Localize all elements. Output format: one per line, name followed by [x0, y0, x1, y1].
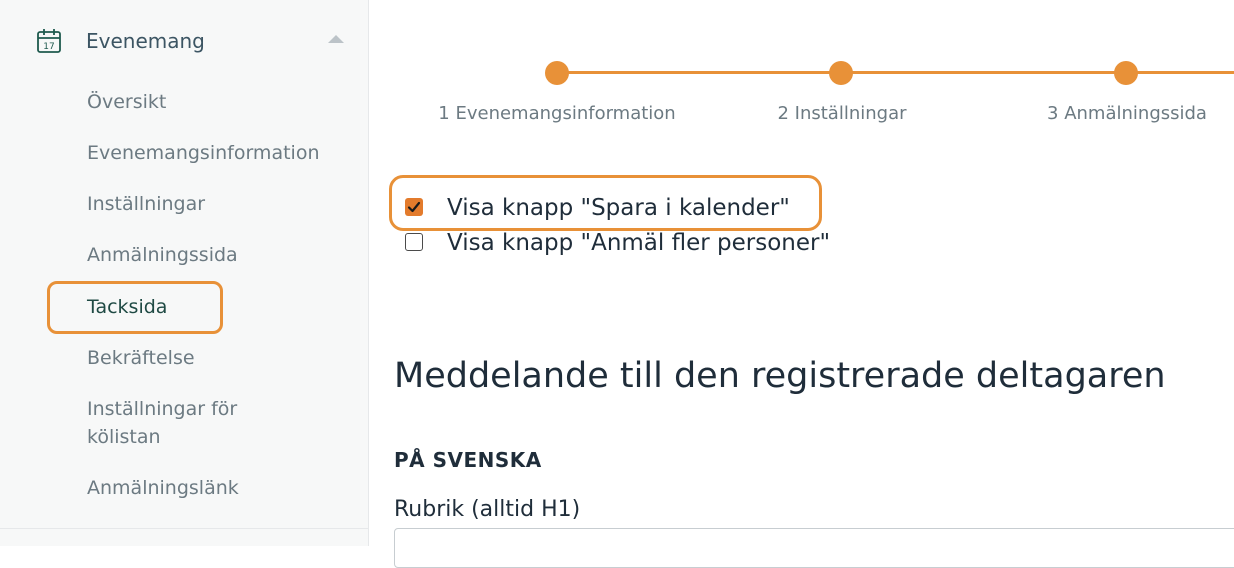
step-label-3[interactable]: 3 Anmälningssida — [1047, 103, 1207, 124]
step-dot-3[interactable] — [1114, 61, 1138, 85]
sidebar-item-bekraftelse[interactable]: Bekräftelse — [87, 344, 337, 372]
caret-up-icon[interactable] — [328, 35, 344, 43]
sidebar-section-title: Evenemang — [86, 29, 205, 53]
svg-text:17: 17 — [43, 42, 54, 52]
step-label-1[interactable]: 1 Evenemangsinformation — [438, 103, 675, 124]
sidebar-section-header[interactable]: 17 Evenemang — [0, 0, 368, 80]
language-label: PÅ SVENSKA — [394, 448, 542, 472]
divider — [0, 528, 368, 529]
option-label-register-more-people: Visa knapp "Anmäl fler personer" — [447, 230, 831, 256]
sidebar-item-anmalningssida[interactable]: Anmälningssida — [87, 241, 337, 269]
sidebar: 17 Evenemang Översikt Evenemangsinformat… — [0, 0, 369, 546]
checkbox-register-more-people[interactable] — [405, 233, 423, 251]
sidebar-item-evenemangsinformation[interactable]: Evenemangsinformation — [87, 139, 337, 167]
headline-input[interactable] — [394, 528, 1234, 568]
sidebar-item-oversikt[interactable]: Översikt — [87, 88, 337, 116]
calendar-icon: 17 — [37, 29, 61, 53]
step-label-2[interactable]: 2 Inställningar — [777, 103, 906, 124]
headline-field-label: Rubrik (alltid H1) — [394, 497, 581, 522]
sidebar-item-installningar[interactable]: Inställningar — [87, 190, 337, 218]
highlight-active-item — [47, 281, 223, 334]
sidebar-item-anmalningslank[interactable]: Anmälningslänk — [87, 474, 337, 502]
step-dot-1[interactable] — [545, 61, 569, 85]
step-dot-2[interactable] — [829, 61, 853, 85]
option-register-more-people[interactable]: Visa knapp "Anmäl fler personer" — [405, 228, 845, 258]
sidebar-item-installningar-kolistan[interactable]: Inställningar för kölistan — [87, 395, 262, 451]
highlight-option — [389, 175, 822, 231]
progress-stepper: 1 Evenemangsinformation 2 Inställningar … — [370, 0, 1234, 140]
section-heading: Meddelande till den registrerade deltaga… — [394, 356, 1166, 396]
